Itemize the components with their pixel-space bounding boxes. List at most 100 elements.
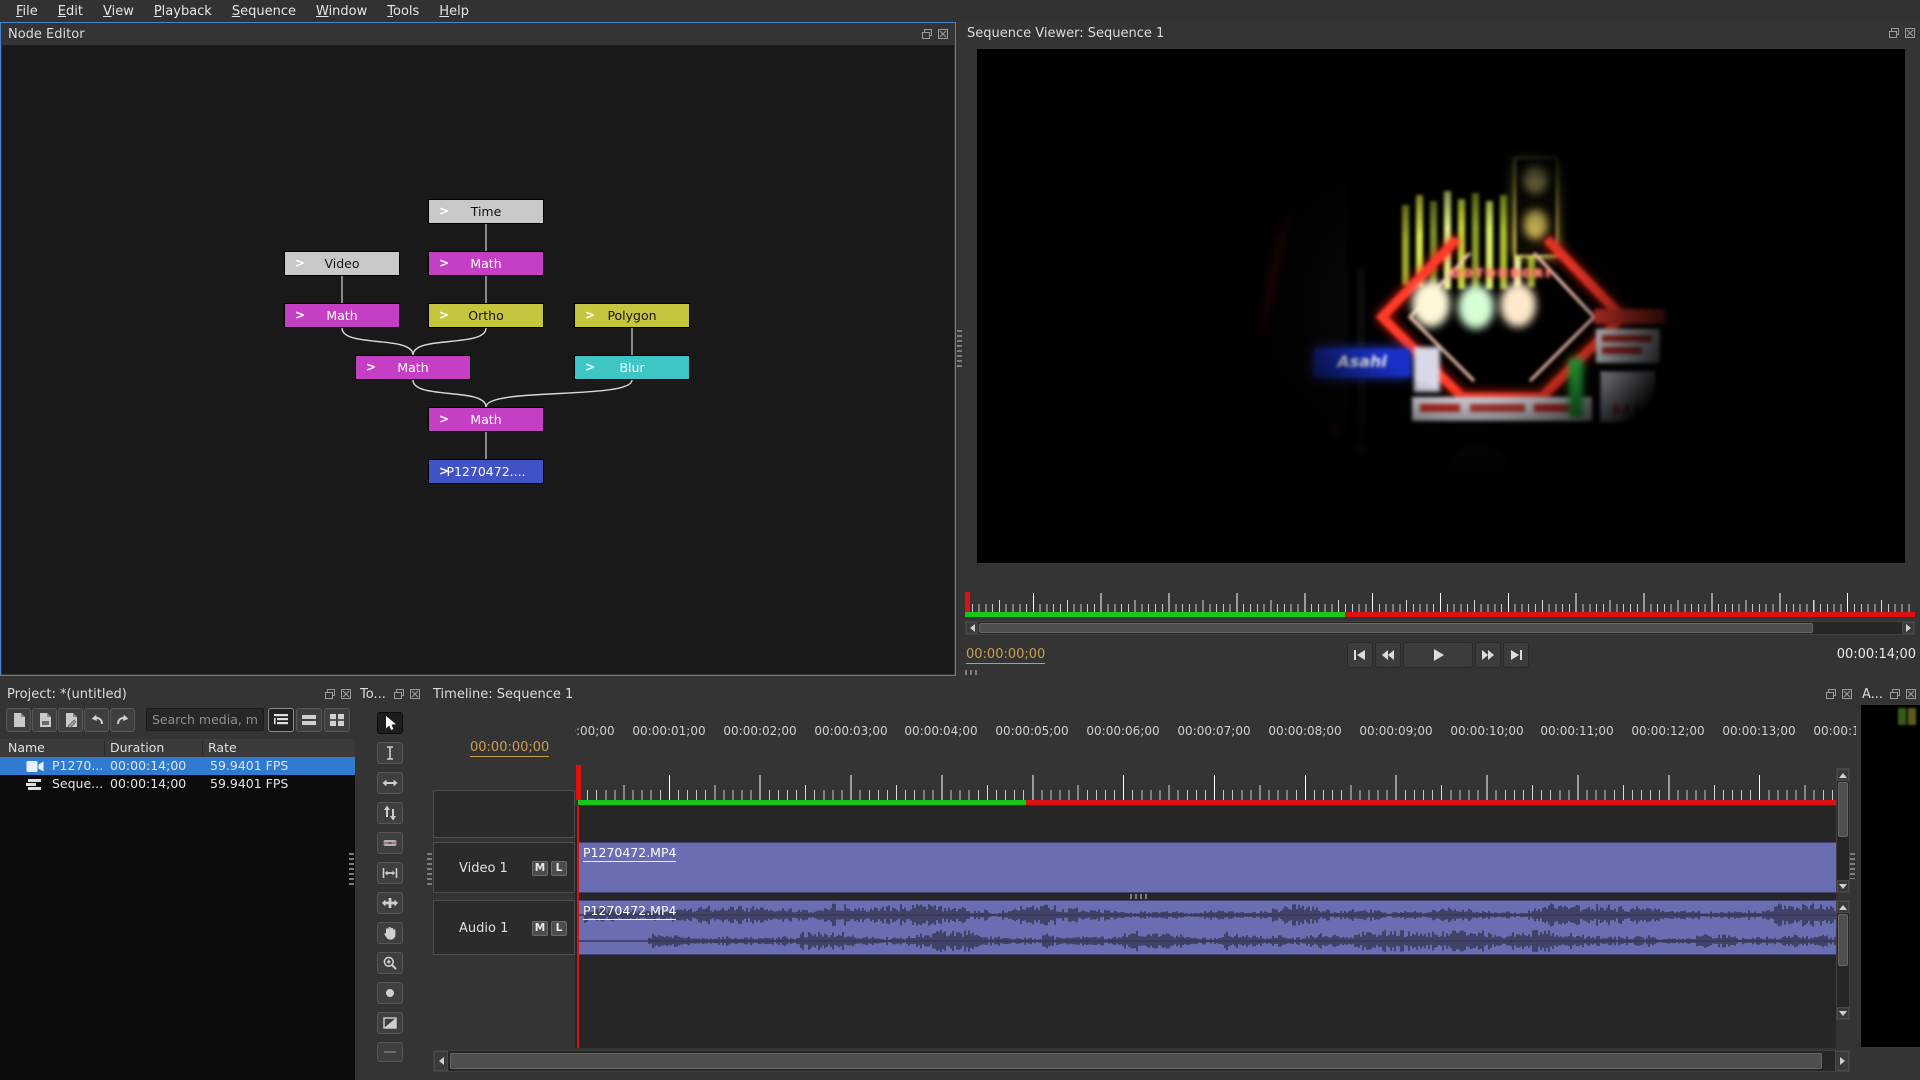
- node-math-4[interactable]: > Math: [428, 407, 544, 432]
- viewer-current-timecode[interactable]: 00:00:00;00: [966, 647, 1046, 664]
- menu-view[interactable]: View: [93, 2, 144, 21]
- float-panel-icon[interactable]: [1888, 27, 1900, 39]
- close-panel-icon[interactable]: [1904, 27, 1916, 39]
- rolling-tool-button[interactable]: [377, 802, 403, 824]
- timeline-audiomonitor-splitter-grip[interactable]: [1850, 853, 1855, 879]
- ripple-tool-button[interactable]: [377, 772, 403, 794]
- column-duration: Duration: [110, 740, 165, 755]
- video-track-header[interactable]: Video 1 M L: [433, 842, 575, 893]
- float-panel-icon[interactable]: [1889, 688, 1901, 700]
- tree-view-button[interactable]: [268, 708, 294, 732]
- audio-track-header[interactable]: Audio 1 M L: [433, 900, 575, 955]
- media-row-sequence[interactable]: Seque... 00:00:14;00 59.9401 FPS: [0, 775, 355, 793]
- timeline-current-timecode[interactable]: 00:00:00;00: [470, 740, 550, 757]
- redo-button[interactable]: [110, 708, 135, 732]
- rewind-icon: [1382, 650, 1394, 660]
- node-math-1[interactable]: > Math: [428, 251, 544, 276]
- search-input[interactable]: [146, 708, 264, 731]
- open-project-button[interactable]: [32, 708, 57, 732]
- play-button[interactable]: [1403, 642, 1473, 668]
- skip-end-button[interactable]: [1503, 642, 1529, 668]
- node-output-media[interactable]: > P1270472....: [428, 459, 544, 484]
- close-panel-icon[interactable]: [1905, 688, 1917, 700]
- node-blur[interactable]: > Blur: [574, 355, 690, 380]
- audio-lock-button[interactable]: L: [551, 921, 567, 936]
- transition-tool-icon: [383, 1017, 397, 1029]
- node-polygon[interactable]: > Polygon: [574, 303, 690, 328]
- viewer-ruler[interactable]: [965, 592, 1915, 612]
- edit-tool-button[interactable]: [377, 742, 403, 764]
- save-project-button[interactable]: [58, 708, 83, 732]
- slip-tool-button[interactable]: [377, 862, 403, 884]
- panel-timeline: Timeline: Sequence 1 00:00:00;00 00:00:0…: [425, 683, 1856, 1080]
- menu-playback[interactable]: Playback: [144, 2, 222, 21]
- media-row-video[interactable]: P1270... 00:00:14;00 59.9401 FPS: [0, 757, 355, 775]
- razor-tool-button[interactable]: [377, 832, 403, 854]
- pointer-tool-button[interactable]: [377, 712, 403, 734]
- node-graph-canvas[interactable]: > Time > Math > Video > Math > Ortho > Polygon…: [2, 45, 954, 674]
- video-clip[interactable]: P1270472.MP4: [578, 842, 1836, 893]
- node-ortho[interactable]: > Ortho: [428, 303, 544, 328]
- menu-sequence[interactable]: Sequence: [222, 2, 306, 21]
- slide-tool-button[interactable]: [377, 892, 403, 914]
- viewer-playhead[interactable]: [965, 592, 970, 612]
- new-project-button[interactable]: [6, 708, 31, 732]
- menu-edit[interactable]: Edit: [48, 2, 93, 21]
- menu-window[interactable]: Window: [306, 2, 377, 21]
- close-panel-icon[interactable]: [937, 28, 949, 40]
- hand-tool-icon: [384, 927, 396, 940]
- viewer-resize-grip[interactable]: [965, 670, 977, 675]
- panel-sequence-viewer: Sequence Viewer: Sequence 1 00:00:00;00 …: [963, 22, 1920, 676]
- skip-start-button[interactable]: [1347, 642, 1373, 668]
- fast-forward-button[interactable]: [1475, 642, 1501, 668]
- viewer-scroll-right-button[interactable]: [1902, 622, 1914, 634]
- list-view-button[interactable]: [296, 708, 322, 732]
- video-tracks-scrollbar[interactable]: [1836, 768, 1850, 893]
- float-panel-icon[interactable]: [393, 688, 405, 700]
- icon-view-button[interactable]: [324, 708, 350, 732]
- audio-waveform-right: [579, 928, 1836, 954]
- node-math-3[interactable]: > Math: [355, 355, 471, 380]
- rewind-button[interactable]: [1375, 642, 1401, 668]
- node-video[interactable]: > Video: [284, 251, 400, 276]
- video-lock-button[interactable]: L: [551, 861, 567, 876]
- add-tool-button[interactable]: [377, 1042, 403, 1062]
- node-viewer-splitter-grip[interactable]: [957, 330, 962, 370]
- play-icon: [1434, 649, 1444, 661]
- undo-button[interactable]: [84, 708, 109, 732]
- menu-help[interactable]: Help: [429, 2, 479, 21]
- track-splitter-grip[interactable]: [1130, 894, 1150, 899]
- timeline-playhead-marker[interactable]: [576, 765, 581, 800]
- audio-clip[interactable]: P1270472.MP4: [578, 900, 1836, 955]
- viewer-scroll-left-button[interactable]: [966, 622, 978, 634]
- float-panel-icon[interactable]: [921, 28, 933, 40]
- close-panel-icon[interactable]: [409, 688, 421, 700]
- viewer-scroll-handle[interactable]: [979, 623, 1813, 633]
- menu-file[interactable]: File: [6, 2, 48, 21]
- tree-view-icon: [274, 714, 288, 725]
- hand-tool-button[interactable]: [377, 922, 403, 944]
- slide-tool-icon: [382, 898, 398, 908]
- close-panel-icon[interactable]: [1841, 688, 1853, 700]
- viewer-duration-timecode: 00:00:14;00: [1836, 647, 1916, 662]
- node-time[interactable]: > Time: [428, 199, 544, 224]
- project-table-header[interactable]: Name Duration Rate: [0, 739, 355, 757]
- project-tools-splitter-grip[interactable]: [349, 853, 354, 885]
- razor-tool-icon: [383, 840, 397, 846]
- viewer-scrollbar[interactable]: [965, 621, 1915, 635]
- video-mute-button[interactable]: M: [532, 861, 548, 876]
- zoom-tool-button[interactable]: [377, 952, 403, 974]
- float-panel-icon[interactable]: [324, 688, 336, 700]
- tools-timeline-splitter-grip[interactable]: [427, 853, 432, 885]
- timeline-track-area[interactable]: P1270472.MP4 P1270472.MP4: [575, 806, 1836, 1048]
- audio-tracks-scrollbar[interactable]: [1836, 900, 1850, 1020]
- close-panel-icon[interactable]: [340, 688, 352, 700]
- node-math-2[interactable]: > Math: [284, 303, 400, 328]
- record-tool-button[interactable]: [377, 982, 403, 1004]
- audio-mute-button[interactable]: M: [532, 921, 548, 936]
- transition-tool-button[interactable]: [377, 1012, 403, 1034]
- float-panel-icon[interactable]: [1825, 688, 1837, 700]
- timeline-horizontal-scrollbar[interactable]: [433, 1050, 1850, 1072]
- timeline-ruler[interactable]: [575, 765, 1856, 800]
- menu-tools[interactable]: Tools: [377, 2, 429, 21]
